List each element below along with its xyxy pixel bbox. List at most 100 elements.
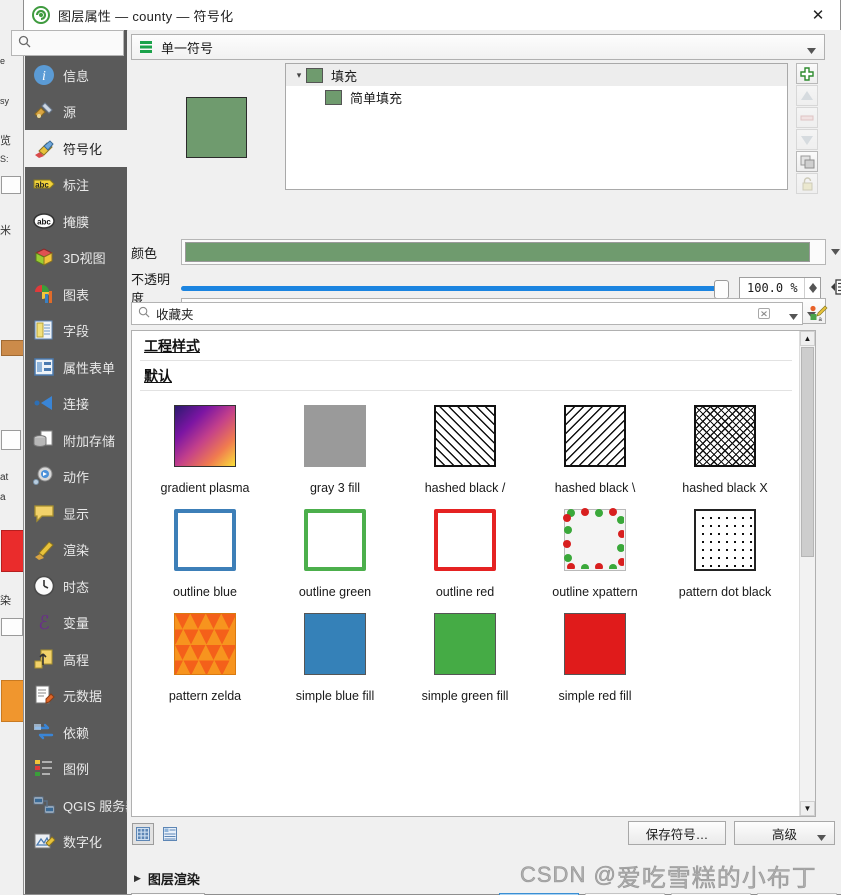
- sidebar-search-input[interactable]: [35, 36, 115, 50]
- masks-abc-icon: abc: [33, 210, 56, 233]
- sidebar-item-16[interactable]: 高程: [25, 641, 127, 678]
- sidebar-item-label: 附加存储: [63, 433, 116, 449]
- chevron-down-icon: [807, 44, 816, 58]
- sidebar-search-box[interactable]: [11, 30, 124, 56]
- symbol-gallery-item[interactable]: hashed black X: [660, 391, 790, 495]
- sidebar-item-9[interactable]: 连接: [25, 386, 127, 423]
- svg-text:a: a: [819, 317, 823, 323]
- sidebar-item-label: 图表: [63, 287, 90, 303]
- settings-sidebar: i 信息源符号化 abc 标注 abc 掩膜 3D视图图表字段 属性表单 连接附加存储动作显示渲…: [11, 30, 138, 894]
- sidebar-item-5[interactable]: 3D视图: [25, 240, 127, 277]
- symbol-gallery-item[interactable]: simple red fill: [530, 599, 660, 703]
- layer-rendering-section[interactable]: ▶ 图层渲染: [134, 869, 200, 888]
- list-view-icon[interactable]: [159, 823, 181, 845]
- symbol-gallery[interactable]: 工程样式 默认 gradient plasma gray 3 fill hashed b…: [131, 330, 816, 817]
- actions-gear-icon: [33, 465, 56, 488]
- renderer-type-combo[interactable]: 单一符号: [131, 34, 825, 60]
- opacity-slider-handle[interactable]: [714, 279, 729, 299]
- symbol-gallery-item[interactable]: simple blue fill: [270, 599, 400, 703]
- add-symbol-layer-button[interactable]: [796, 63, 818, 84]
- svg-text:i: i: [42, 69, 46, 84]
- sidebar-item-20[interactable]: QGIS 服务器: [25, 787, 138, 824]
- sidebar-item-label: 高程: [63, 652, 90, 668]
- scroll-up-button[interactable]: ▲: [800, 331, 815, 346]
- move-up-button[interactable]: [796, 85, 818, 106]
- advanced-button[interactable]: 高级: [734, 821, 835, 845]
- symbol-gallery-item[interactable]: outline red: [400, 495, 530, 599]
- symbol-gallery-item[interactable]: gradient plasma: [140, 391, 270, 495]
- sidebar-item-0[interactable]: i 信息: [25, 57, 127, 94]
- gallery-row: outline blue outline green outline red outl…: [140, 495, 792, 599]
- sidebar-item-7[interactable]: 字段: [25, 313, 127, 350]
- symbol-swatch: [304, 405, 366, 467]
- symbol-gallery-item[interactable]: simple green fill: [400, 599, 530, 703]
- sidebar-item-21[interactable]: 数字化: [25, 824, 127, 861]
- symbol-layer-tree-row[interactable]: ▾ 填充: [286, 64, 787, 86]
- symbol-gallery-item[interactable]: pattern zelda: [140, 599, 270, 703]
- opacity-slider[interactable]: [181, 279, 729, 299]
- sidebar-item-17[interactable]: 元数据: [25, 678, 127, 715]
- sidebar-item-6[interactable]: 图表: [25, 276, 127, 313]
- symbol-name: gradient plasma: [160, 481, 250, 495]
- dialog-title: 图层属性 — county — 符号化: [58, 8, 234, 24]
- sidebar-item-12[interactable]: 显示: [25, 495, 127, 532]
- duplicate-symbol-layer-button[interactable]: [796, 151, 818, 172]
- sidebar-item-4[interactable]: abc 掩膜: [25, 203, 127, 240]
- gallery-scrollbar[interactable]: ▲ ▼: [799, 331, 815, 816]
- sidebar-item-label: 符号化: [63, 141, 103, 157]
- symbol-swatch: [434, 613, 496, 675]
- symbol-gallery-item[interactable]: outline green: [270, 495, 400, 599]
- sidebar-item-13[interactable]: 渲染: [25, 532, 127, 569]
- close-icon[interactable]: ✕: [796, 0, 840, 29]
- symbol-gallery-item[interactable]: pattern dot black: [660, 495, 790, 599]
- sidebar-item-10[interactable]: 附加存储: [25, 422, 127, 459]
- symbol-search-box[interactable]: 收藏夹: [131, 302, 803, 325]
- sidebar-item-1[interactable]: 源: [25, 94, 127, 131]
- sidebar-item-18[interactable]: 依赖: [25, 714, 127, 751]
- sidebar-item-label: 依赖: [63, 725, 90, 741]
- spinbox-arrows[interactable]: [804, 278, 820, 298]
- symbol-layer-tree-row[interactable]: 简单填充: [286, 86, 787, 108]
- bg-text: S:: [0, 154, 9, 164]
- style-manager-icon[interactable]: a: [809, 305, 828, 326]
- symbol-gallery-item[interactable]: outline xpattern: [530, 495, 660, 599]
- save-symbol-button[interactable]: 保存符号…: [628, 821, 726, 845]
- scrollbar-thumb[interactable]: [801, 347, 814, 557]
- symbol-gallery-item[interactable]: hashed black /: [400, 391, 530, 495]
- bg-text: at: [0, 472, 9, 483]
- labels-abc-icon: abc: [33, 173, 56, 196]
- auxiliary-storage-icon: [33, 429, 56, 452]
- symbol-gallery-item[interactable]: outline blue: [140, 495, 270, 599]
- legend-list-icon: [33, 757, 56, 780]
- bg-text: a: [0, 492, 6, 503]
- sidebar-item-11[interactable]: 动作: [25, 459, 127, 496]
- bg-text: 米: [0, 225, 11, 237]
- sidebar-item-label: 动作: [63, 470, 90, 486]
- bg-text: 览: [0, 135, 11, 147]
- grid-view-icon[interactable]: [132, 823, 154, 845]
- sidebar-item-14[interactable]: 时态: [25, 568, 127, 605]
- sidebar-item-3[interactable]: abc 标注: [25, 167, 127, 204]
- color-swatch[interactable]: [185, 242, 810, 262]
- symbol-gallery-item[interactable]: gray 3 fill: [270, 391, 400, 495]
- symbol-search-dropdown-icon[interactable]: [789, 310, 798, 324]
- color-dropdown-arrow-icon[interactable]: [826, 239, 841, 265]
- remove-symbol-layer-button[interactable]: [796, 107, 818, 128]
- scroll-down-button[interactable]: ▼: [800, 801, 815, 816]
- symbol-layer-tree[interactable]: ▾ 填充 简单填充: [285, 63, 788, 190]
- lock-layer-button[interactable]: [796, 173, 818, 194]
- clear-icon[interactable]: [758, 307, 771, 323]
- sidebar-item-8[interactable]: 属性表单: [25, 349, 127, 386]
- chevron-down-icon[interactable]: ▾: [292, 70, 306, 81]
- sidebar-item-19[interactable]: 图例: [25, 751, 127, 788]
- symbol-name: pattern dot black: [678, 585, 772, 599]
- data-defined-override-icon[interactable]: [830, 278, 841, 299]
- layer-properties-dialog: 图层属性 — county — 符号化 ✕ i 信息源符号化 abc 标注 abc 掩膜 3…: [11, 0, 841, 895]
- metadata-pencil-icon: [33, 684, 56, 707]
- symbol-gallery-item[interactable]: hashed black \: [530, 391, 660, 495]
- opacity-spinbox[interactable]: 100.0 %: [739, 277, 821, 299]
- sidebar-item-15[interactable]: ℰ 变量: [25, 605, 127, 642]
- sidebar-item-2[interactable]: 符号化: [25, 130, 127, 167]
- move-down-button[interactable]: [796, 129, 818, 150]
- color-picker-button[interactable]: [181, 239, 826, 265]
